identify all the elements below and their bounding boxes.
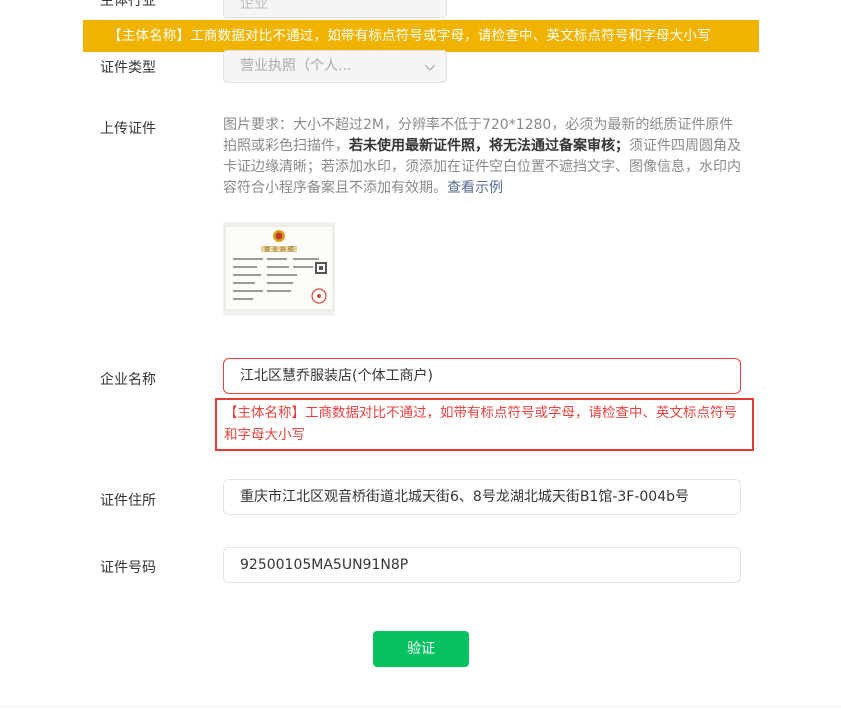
warning-banner: 【主体名称】工商数据对比不通过，如带有标点符号或字母，请检查中、英文标点符号和字…	[83, 20, 759, 52]
cert-number-label: 证件号码	[100, 560, 156, 576]
industry-label: 主体行业	[100, 0, 156, 9]
req-text-bold: 若未使用最新证件照，将无法通过备案审核；	[349, 138, 629, 154]
cert-type-label: 证件类型	[100, 60, 156, 76]
cert-number-input[interactable]: 92500105MA5UN91N8P	[223, 547, 741, 583]
cert-type-select[interactable]: 营业执照（个人...	[223, 50, 447, 83]
upload-requirements: 图片要求：大小不超过2M，分辨率不低于720*1280，必须为最新的纸质证件原件…	[223, 115, 743, 199]
industry-select[interactable]: 企业	[223, 0, 447, 18]
thumb-title: 营 业 执 照	[264, 246, 294, 254]
company-name-label: 企业名称	[100, 372, 156, 388]
company-name-input[interactable]: 江北区慧乔服装店(个体工商户)	[223, 358, 741, 394]
address-label: 证件住所	[100, 493, 156, 509]
cert-type-value: 营业执照（个人...	[240, 58, 352, 74]
company-name-error: 【主体名称】工商数据对比不通过，如带有标点符号或字母，请检查中、英文标点符号和字…	[224, 405, 737, 443]
upload-label: 上传证件	[100, 121, 156, 137]
verify-button[interactable]: 验证	[373, 631, 469, 667]
license-image: 营 业 执 照	[223, 222, 335, 316]
chevron-down-icon	[424, 64, 436, 71]
view-example-link[interactable]: 查看示例	[447, 180, 503, 196]
bottom-divider	[0, 706, 841, 707]
address-input[interactable]: 重庆市江北区观音桥街道北城天街6、8号龙湖北城天街B1馆-3F-004b号	[223, 479, 741, 515]
certificate-thumbnail[interactable]: 营 业 执 照	[223, 222, 335, 316]
